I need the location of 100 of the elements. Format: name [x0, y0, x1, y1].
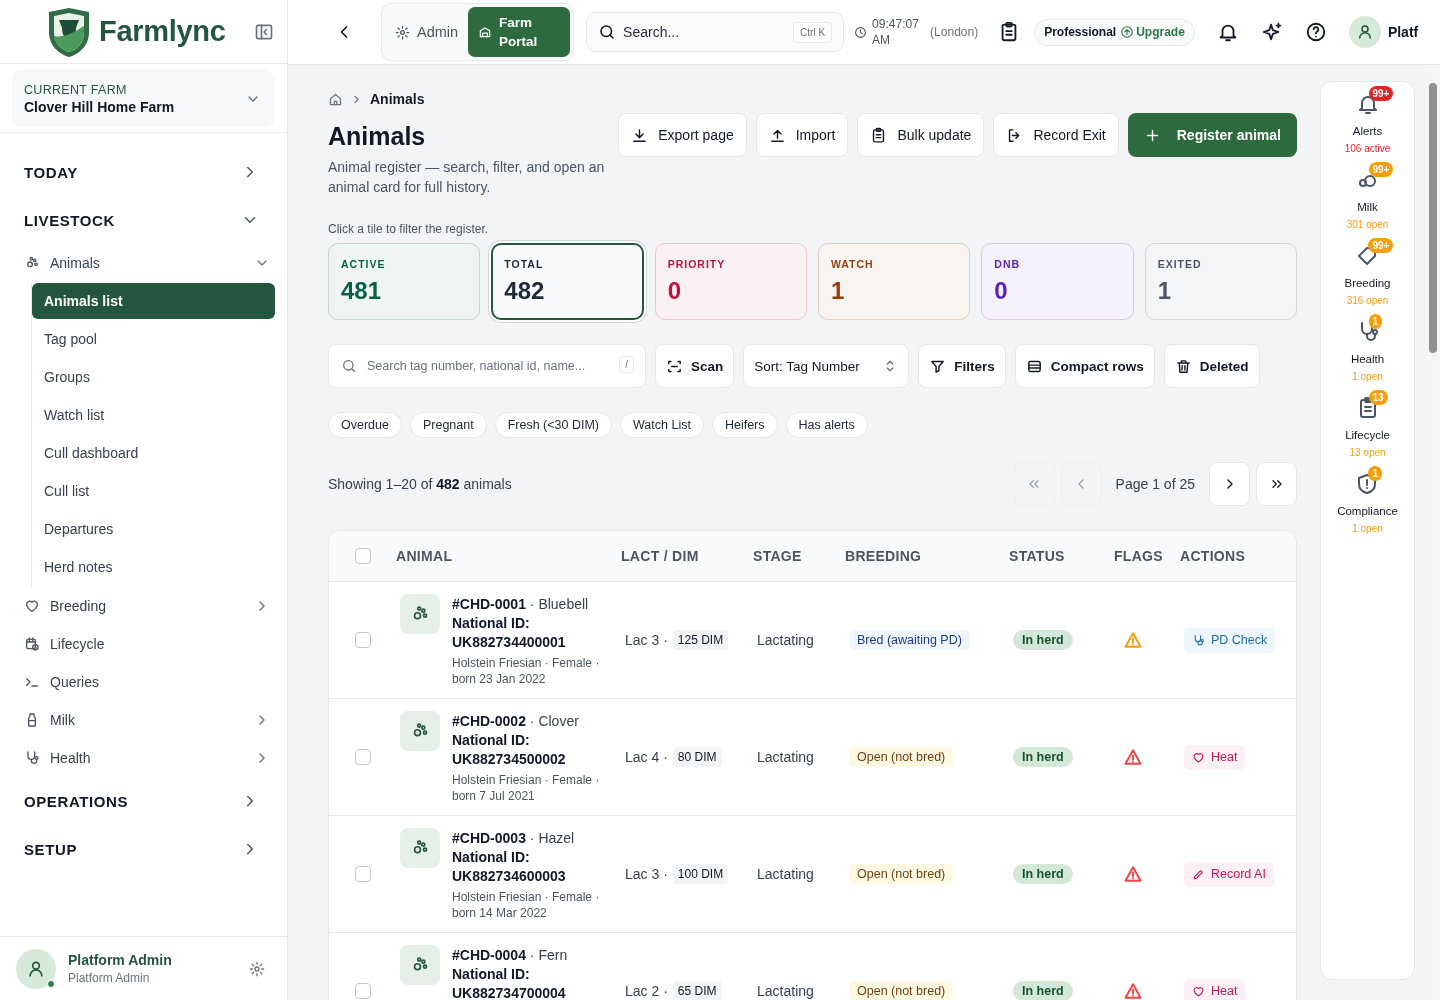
- count-badge: 13: [1368, 390, 1388, 405]
- user-avatar[interactable]: [16, 948, 56, 989]
- lactation-text: Lac 2 ·: [625, 983, 668, 999]
- assistant-button[interactable]: [1260, 21, 1283, 43]
- column-header[interactable]: ANIMAL: [396, 548, 621, 564]
- nav-item[interactable]: Animals: [0, 244, 287, 282]
- row-checkbox[interactable]: [354, 983, 371, 999]
- farm-selector[interactable]: CURRENT FARM Clover Hill Home Farm: [12, 70, 275, 127]
- panel-link[interactable]: Lifecycle: [1345, 429, 1390, 441]
- column-header[interactable]: ACTIONS: [1180, 548, 1296, 564]
- tool-button[interactable]: Compact rows: [1014, 344, 1155, 388]
- last-page-button[interactable]: [1256, 462, 1297, 506]
- tool-button[interactable]: Scan: [655, 344, 735, 388]
- nav-item[interactable]: Breeding: [0, 587, 287, 625]
- action-button[interactable]: Import: [755, 113, 849, 157]
- tool-button[interactable]: Deleted: [1163, 344, 1260, 388]
- nav-subitem[interactable]: Cull dashboard: [32, 434, 275, 472]
- action-button[interactable]: Register animal: [1127, 113, 1297, 157]
- row-action-button[interactable]: Heat: [1184, 744, 1246, 770]
- stage-text: Lactating: [757, 866, 814, 882]
- nav-subitem[interactable]: Cull list: [32, 472, 275, 510]
- filter-chip[interactable]: Overdue: [328, 412, 402, 438]
- national-id: National ID: UK882734500002: [452, 731, 567, 769]
- tile-value: 482: [504, 277, 546, 305]
- settings-button[interactable]: [249, 960, 265, 977]
- nav-item[interactable]: Queries: [0, 663, 287, 701]
- row-action-button[interactable]: PD Check: [1184, 627, 1276, 653]
- upgrade-link[interactable]: Upgrade: [1120, 25, 1185, 39]
- hint-text: Click a tile to filter the register.: [328, 222, 490, 236]
- nav-subitem[interactable]: Groups: [32, 358, 275, 396]
- dim-badge: 65 DIM: [672, 981, 722, 1000]
- help-button[interactable]: [1304, 21, 1327, 43]
- select-all-checkbox[interactable]: [354, 548, 371, 564]
- column-header[interactable]: BREEDING: [845, 548, 1009, 564]
- nav-item[interactable]: Milk: [0, 701, 287, 739]
- panel-link[interactable]: Alerts: [1352, 125, 1383, 137]
- filter-chip[interactable]: Pregnant: [409, 412, 487, 438]
- panel-count: 1 open: [1352, 523, 1383, 534]
- portal-tab[interactable]: Admin: [385, 7, 469, 57]
- user-name[interactable]: Platf: [1387, 24, 1419, 40]
- filter-chip[interactable]: Has alerts: [785, 412, 868, 438]
- status-badge: In herd: [1013, 864, 1073, 884]
- panel-link[interactable]: Breeding: [1344, 277, 1391, 289]
- animal-title[interactable]: #CHD-0002 · Clover: [452, 711, 617, 731]
- nav-subitem[interactable]: Animals list: [32, 283, 275, 319]
- filter-chip[interactable]: Watch List: [620, 412, 704, 438]
- nav-section[interactable]: OPERATIONS: [0, 777, 287, 825]
- national-id: National ID: UK882734700004: [452, 965, 567, 1000]
- user-avatar[interactable]: [1348, 16, 1381, 48]
- row-action-button[interactable]: Heat: [1184, 978, 1246, 1000]
- breeding-badge: Bred (awaiting PD): [849, 630, 970, 650]
- column-header[interactable]: LACT / DIM: [621, 548, 753, 564]
- nav-item[interactable]: Health: [0, 739, 287, 777]
- nav-section[interactable]: SETUP: [0, 825, 287, 873]
- tile-label: ACTIVE: [341, 258, 387, 270]
- filter-chip[interactable]: Fresh (<30 DIM): [494, 412, 613, 438]
- breadcrumb-item[interactable]: Animals: [370, 91, 425, 107]
- status-badge: In herd: [1013, 981, 1073, 1000]
- nav-section[interactable]: TODAY: [0, 148, 287, 196]
- stat-tile[interactable]: ACTIVE 481: [328, 243, 481, 320]
- tool-button[interactable]: Filters: [918, 344, 1006, 388]
- nav-subitem[interactable]: Tag pool: [32, 320, 275, 358]
- nav-subitem[interactable]: Watch list: [32, 396, 275, 434]
- nav-subitem[interactable]: Departures: [32, 510, 275, 548]
- row-action-button[interactable]: Record AI: [1184, 861, 1274, 887]
- action-button[interactable]: Record Exit: [993, 113, 1119, 157]
- animal-title[interactable]: #CHD-0003 · Hazel: [452, 828, 617, 848]
- nav-item[interactable]: Lifecycle: [0, 625, 287, 663]
- nav-section[interactable]: LIVESTOCK: [0, 196, 287, 244]
- clock-icon: [854, 25, 868, 39]
- row-checkbox[interactable]: [354, 866, 371, 882]
- tile-label: DNB: [994, 258, 1022, 270]
- action-button[interactable]: Export page: [618, 113, 747, 157]
- sort-select[interactable]: Sort: Tag Number: [743, 344, 910, 388]
- farm-label: CURRENT FARM: [24, 82, 128, 97]
- nav-subitem[interactable]: Herd notes: [32, 548, 275, 586]
- panel-count: 301 open: [1346, 219, 1389, 230]
- stat-tile[interactable]: PRIORITY 0: [654, 243, 807, 320]
- column-header[interactable]: FLAGS: [1114, 548, 1180, 564]
- breeding-badge: Open (not bred): [849, 981, 954, 1000]
- panel-link[interactable]: Compliance: [1337, 505, 1398, 517]
- row-checkbox[interactable]: [354, 632, 371, 648]
- row-checkbox[interactable]: [354, 749, 371, 765]
- status-badge: In herd: [1013, 630, 1073, 650]
- stat-tile[interactable]: WATCH 1: [818, 243, 971, 320]
- column-header[interactable]: STATUS: [1009, 548, 1114, 564]
- column-header[interactable]: STAGE: [753, 548, 845, 564]
- tile-label: WATCH: [831, 258, 875, 270]
- stat-tile[interactable]: DNB 0: [981, 243, 1134, 320]
- panel-link[interactable]: Health: [1350, 353, 1385, 365]
- tile-label: PRIORITY: [667, 258, 727, 270]
- action-button[interactable]: Bulk update: [857, 113, 985, 157]
- portal-tab[interactable]: Farm Portal: [468, 7, 571, 57]
- animal-title[interactable]: #CHD-0001 · Bluebell: [452, 594, 617, 614]
- stat-tile[interactable]: EXITED 1: [1144, 243, 1297, 320]
- animal-title[interactable]: #CHD-0004 · Fern: [452, 945, 617, 965]
- panel-link[interactable]: Milk: [1357, 201, 1378, 213]
- filter-chip[interactable]: Heifers: [711, 412, 778, 438]
- animal-details: Holstein Friesian · Female · born 14 Mar 2022: [452, 889, 601, 921]
- stat-tile[interactable]: TOTAL 482: [491, 243, 644, 320]
